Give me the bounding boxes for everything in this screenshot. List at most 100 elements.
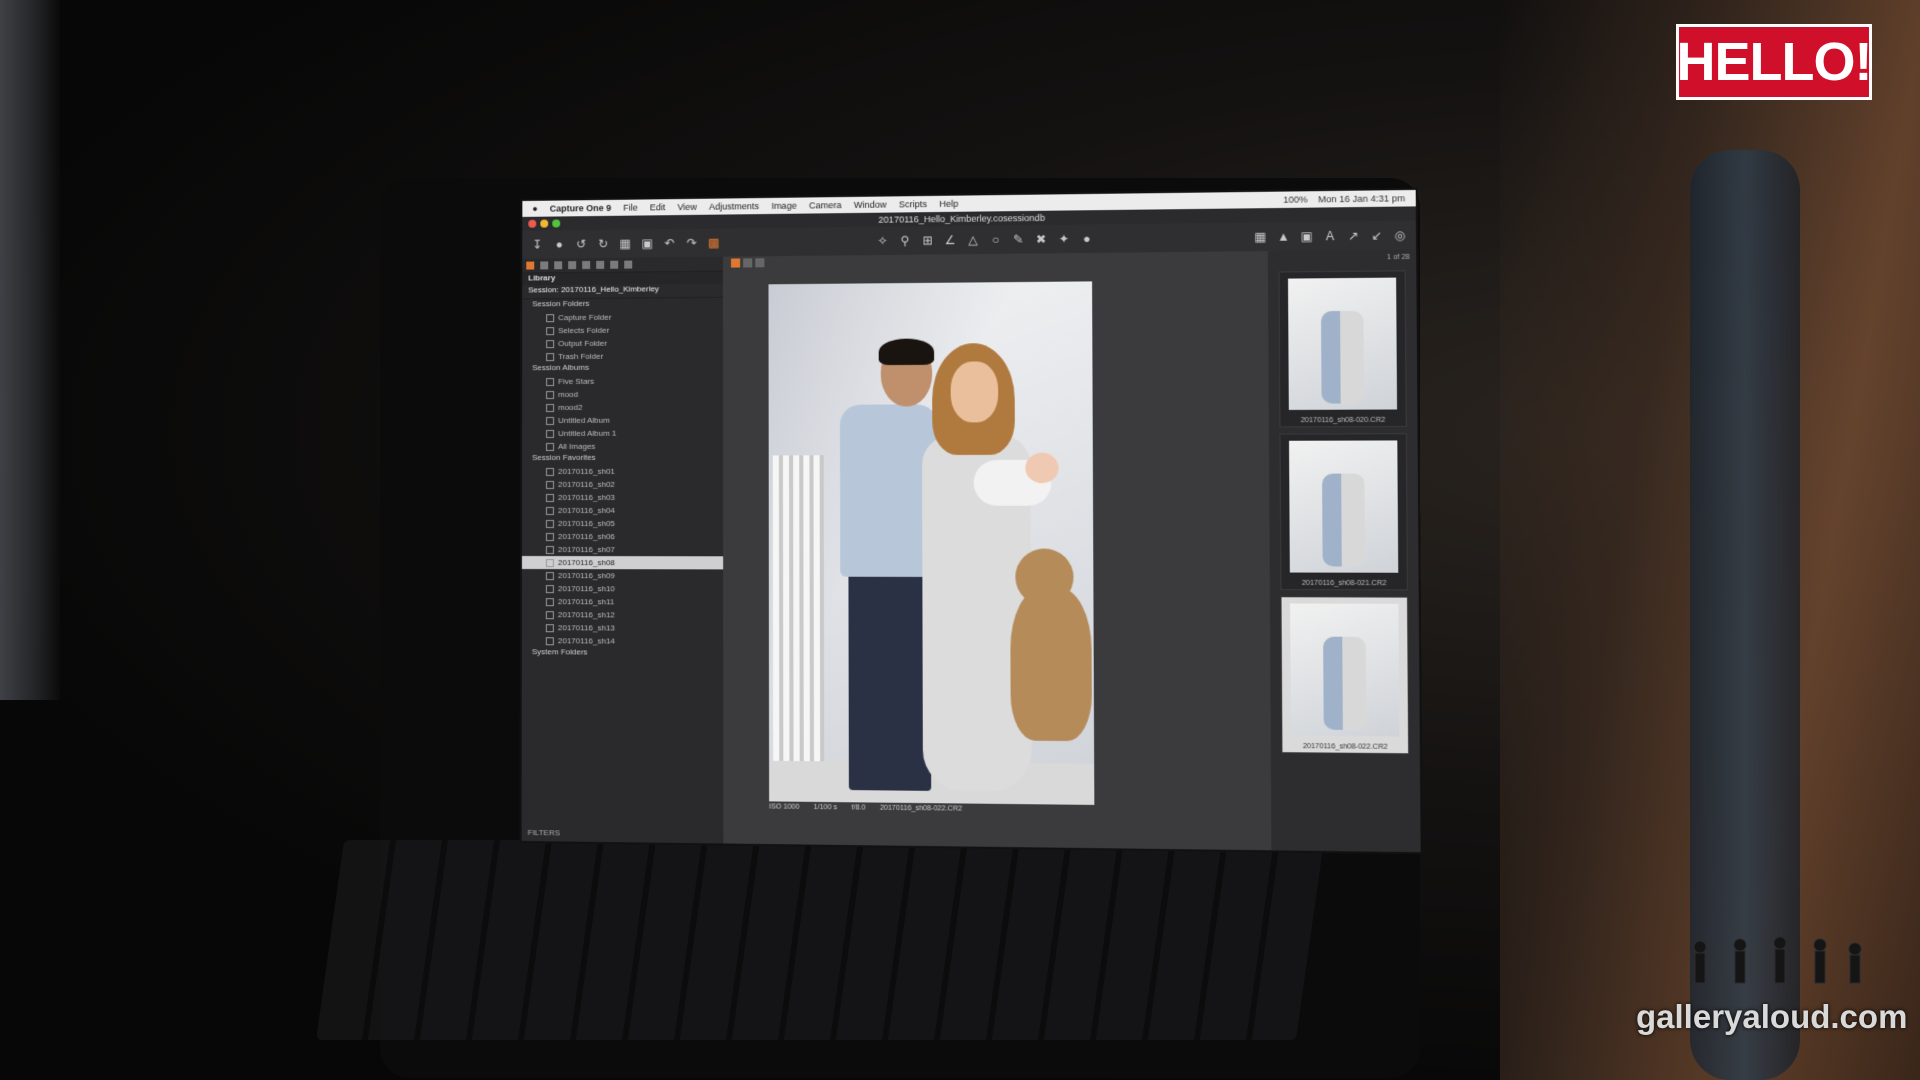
favorite-item[interactable]: 20170116_sh10	[522, 582, 723, 596]
brush-tool-icon[interactable]: ✎	[1011, 232, 1026, 246]
close-window-icon[interactable]	[528, 220, 536, 228]
thumbnail-selected[interactable]: 20170116_sh08-022.CR2	[1280, 596, 1409, 754]
filmstrip: 1 of 28 20170116_sh08-020.CR2 20170116_s…	[1268, 250, 1421, 853]
annotate-icon[interactable]: ●	[1079, 232, 1094, 246]
exposure-warning-icon[interactable]: ▲	[1276, 229, 1291, 243]
favorite-item[interactable]: 20170116_sh04	[522, 504, 723, 517]
menu-help[interactable]: Help	[939, 199, 958, 209]
eraser-tool-icon[interactable]: ✖	[1034, 232, 1049, 246]
rotate-right-icon[interactable]: ↻	[596, 237, 610, 251]
minimize-window-icon[interactable]	[540, 220, 548, 228]
menu-file[interactable]: File	[623, 203, 638, 213]
undo-icon[interactable]: ↶	[662, 236, 676, 250]
zoom-window-icon[interactable]	[552, 219, 560, 227]
favorite-item[interactable]: 20170116_sh08	[522, 556, 723, 569]
thumbnail[interactable]: 20170116_sh08-021.CR2	[1279, 433, 1408, 590]
session-albums-group[interactable]: Session Albums	[522, 362, 723, 375]
menu-adjustments[interactable]: Adjustments	[709, 201, 759, 212]
album-item[interactable]: Untitled Album	[522, 413, 723, 427]
favorite-item[interactable]: 20170116_sh05	[522, 517, 723, 530]
exposure-tab-icon[interactable]	[582, 261, 590, 269]
favorite-item[interactable]: 20170116_sh03	[522, 491, 723, 504]
library-sidebar: Library Session: 20170116_Hello_Kimberle…	[522, 257, 724, 844]
menu-scripts[interactable]: Scripts	[899, 199, 927, 209]
process-icon[interactable]: ▩	[707, 236, 721, 250]
favorite-folder-icon	[546, 572, 554, 580]
favorite-item[interactable]: 20170116_sh02	[522, 478, 723, 491]
system-folders-group[interactable]: System Folders	[522, 647, 723, 660]
favorite-item[interactable]: 20170116_sh07	[522, 543, 723, 556]
app-menu[interactable]: Capture One 9	[550, 203, 611, 214]
capture-icon[interactable]: ●	[552, 237, 566, 251]
favorite-folder-icon	[546, 546, 554, 554]
details-tab-icon[interactable]	[596, 261, 604, 269]
shutter-value: 1/100 s	[814, 804, 838, 811]
help-icon[interactable]: ◎	[1393, 228, 1408, 243]
aperture-value: f/8.0	[852, 804, 866, 811]
loupe-tool-icon[interactable]: ⚲	[898, 234, 912, 248]
lens-tab-icon[interactable]	[554, 261, 562, 269]
favorite-item[interactable]: 20170116_sh09	[522, 569, 723, 582]
move-to-selects-icon[interactable]: ▦	[618, 237, 632, 251]
keystone-tool-icon[interactable]: △	[966, 233, 980, 247]
favorite-item[interactable]: 20170116_sh11	[522, 595, 723, 609]
crop-tool-icon[interactable]: ⊞	[920, 233, 934, 247]
spot-removal-icon[interactable]: ○	[988, 233, 1002, 247]
main-photo[interactable]	[768, 281, 1094, 805]
folder-output[interactable]: Output Folder	[522, 336, 723, 350]
watermark: galleryaloud.com	[1636, 998, 1907, 1036]
album-item[interactable]: Untitled Album 1	[522, 426, 723, 440]
image-viewer[interactable]: ISO 1000 1/100 s f/8.0 20170116_sh08-022…	[723, 251, 1272, 850]
album-item[interactable]: Five Stars	[522, 374, 723, 388]
import-icon[interactable]: ↧	[530, 238, 544, 252]
text-icon[interactable]: A	[1323, 229, 1338, 244]
menu-view[interactable]: View	[677, 202, 697, 212]
straighten-tool-icon[interactable]: ∠	[943, 233, 957, 247]
thumbnail[interactable]: 20170116_sh08-020.CR2	[1278, 270, 1406, 427]
favorite-folder-icon	[546, 624, 554, 632]
capture-tab-icon[interactable]	[540, 261, 548, 269]
folder-trash[interactable]: Trash Folder	[522, 349, 723, 363]
metadata-tab-icon[interactable]	[624, 261, 632, 269]
redo-icon[interactable]: ↷	[685, 236, 699, 250]
battery-status[interactable]: 100%	[1283, 194, 1307, 205]
favorite-item[interactable]: 20170116_sh01	[522, 465, 723, 478]
library-tab-icon[interactable]	[526, 262, 534, 270]
color-tab-icon[interactable]	[568, 261, 576, 269]
workspace: Library Session: 20170116_Hello_Kimberle…	[522, 250, 1421, 853]
apply-adjustments-icon[interactable]: ↙	[1369, 228, 1384, 243]
proof-icon[interactable]: ▣	[1299, 229, 1314, 244]
session-favorites-group[interactable]: Session Favorites	[522, 453, 723, 466]
album-icon	[546, 391, 554, 399]
rotate-left-icon[interactable]: ↺	[574, 237, 588, 251]
grid-view-icon[interactable]: ▦	[1253, 230, 1268, 244]
favorite-folder-icon	[546, 519, 554, 527]
menu-window[interactable]: Window	[854, 200, 887, 210]
album-item[interactable]: mood	[522, 387, 723, 401]
favorite-item[interactable]: 20170116_sh14	[522, 634, 723, 648]
album-icon	[546, 442, 554, 450]
filters-label[interactable]: FILTERS	[528, 828, 560, 837]
picker-tool-icon[interactable]: ✦	[1057, 232, 1072, 246]
menu-image[interactable]: Image	[771, 201, 796, 211]
single-view-icon[interactable]	[731, 258, 740, 267]
apple-icon[interactable]: ●	[532, 204, 537, 214]
favorite-folder-icon	[546, 585, 554, 593]
compare-view-icon[interactable]	[755, 258, 764, 267]
menu-camera[interactable]: Camera	[809, 200, 842, 210]
trash-icon[interactable]: ▣	[640, 236, 654, 250]
favorite-item[interactable]: 20170116_sh12	[522, 608, 723, 622]
album-item[interactable]: mood2	[522, 400, 723, 414]
favorite-item[interactable]: 20170116_sh06	[522, 530, 723, 543]
thumbnail-caption: 20170116_sh08-021.CR2	[1281, 580, 1406, 588]
favorite-item[interactable]: 20170116_sh13	[522, 621, 723, 635]
copy-adjustments-icon[interactable]: ↗	[1346, 229, 1361, 244]
multi-view-icon[interactable]	[743, 258, 752, 267]
trash-icon	[546, 353, 554, 361]
pan-tool-icon[interactable]: ✧	[875, 234, 889, 248]
local-adjust-tab-icon[interactable]	[610, 261, 618, 269]
thumbnail-image	[1289, 440, 1398, 572]
menu-edit[interactable]: Edit	[650, 202, 666, 212]
album-item[interactable]: All Images	[522, 439, 723, 453]
clock[interactable]: Mon 16 Jan 4:31 pm	[1318, 193, 1405, 204]
